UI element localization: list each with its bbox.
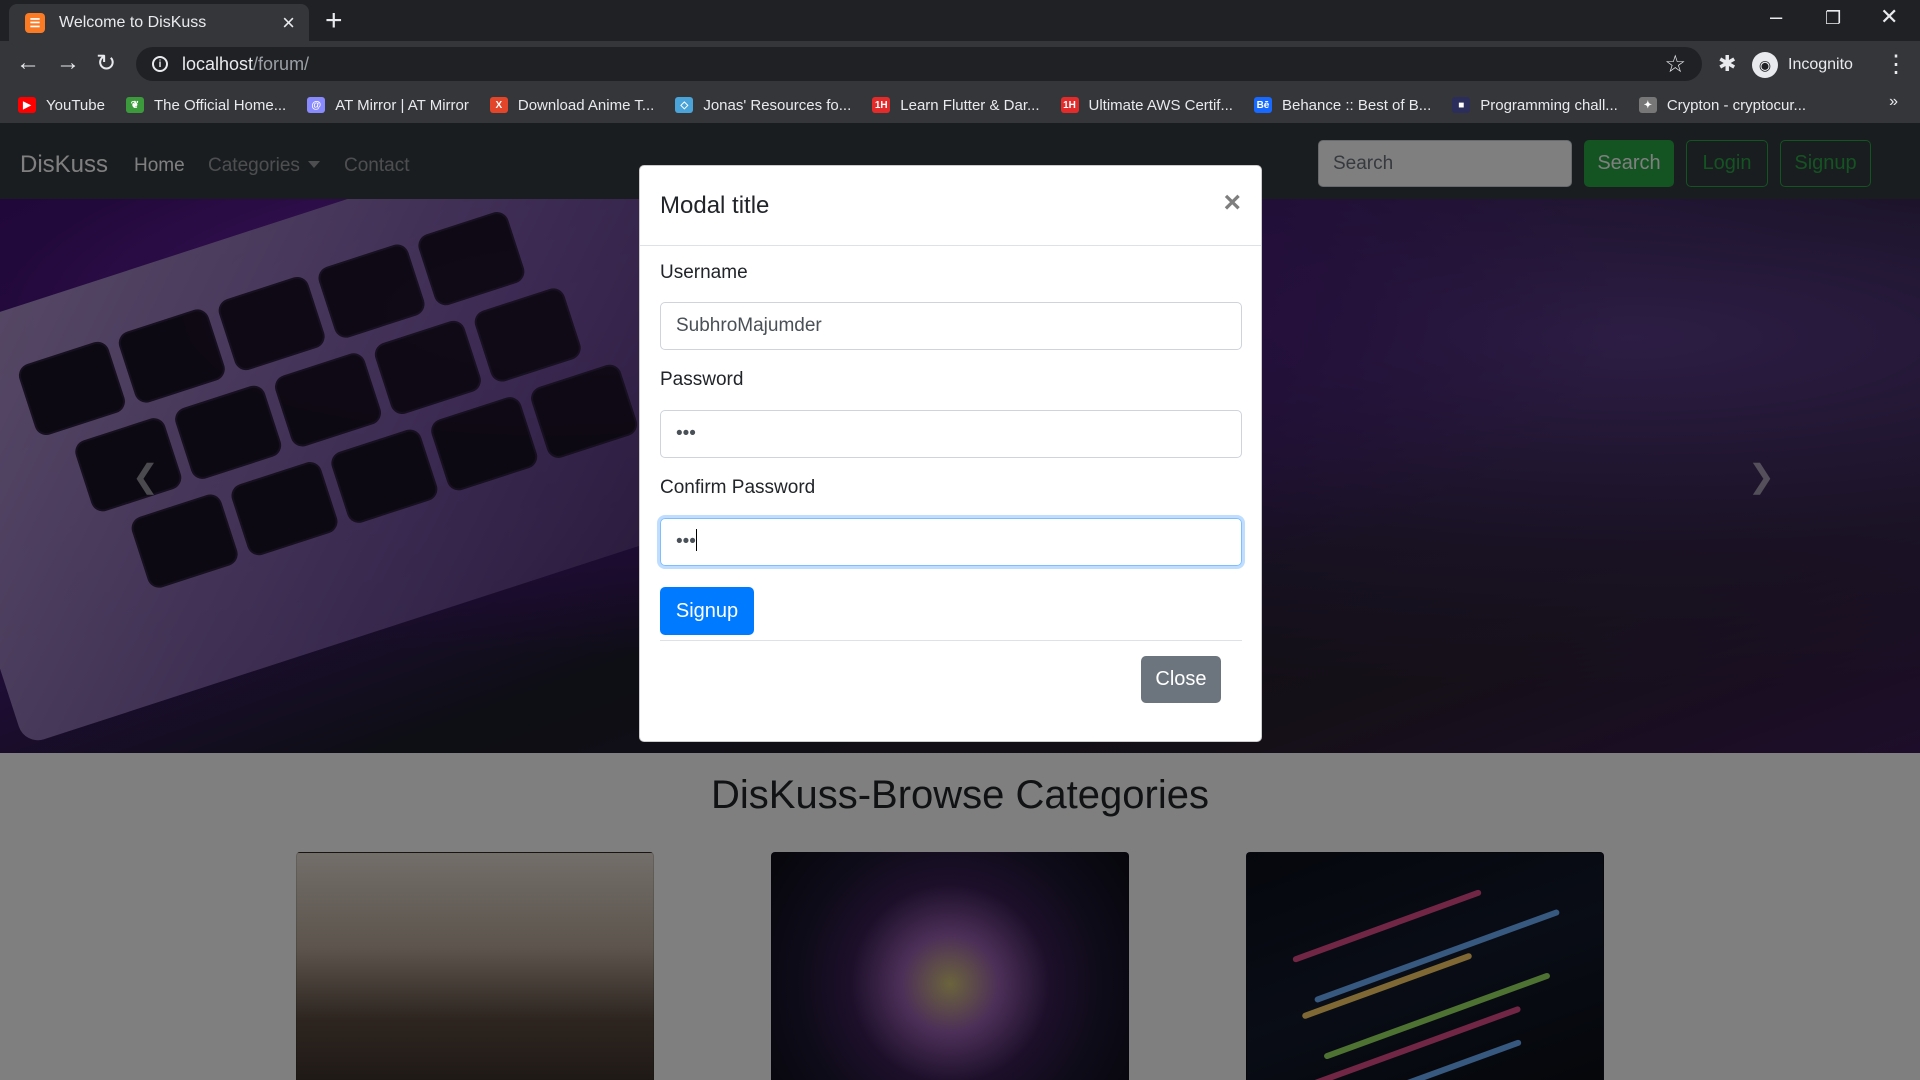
tab-close-icon[interactable]: × bbox=[282, 10, 295, 36]
bookmark-item[interactable]: ✦ Crypton - cryptocur... bbox=[1638, 96, 1807, 114]
url-text: localhost/forum/ bbox=[182, 53, 310, 74]
youtube-icon: ▶ bbox=[18, 97, 36, 113]
username-label: Username bbox=[660, 262, 748, 283]
modal-signup-button[interactable]: Signup bbox=[660, 587, 754, 635]
bookmark-star-icon[interactable]: ☆ bbox=[1664, 50, 1686, 79]
xampp-favicon-icon: ☰ bbox=[25, 12, 45, 33]
url-field[interactable]: i localhost/forum/ ☆ bbox=[136, 47, 1702, 81]
bookmark-label: Behance :: Best of B... bbox=[1281, 96, 1432, 114]
tab-title: Welcome to DisKuss bbox=[59, 13, 207, 31]
x-icon: X bbox=[489, 97, 508, 113]
reload-icon[interactable]: ↻ bbox=[96, 49, 116, 78]
diamond-icon: ◇ bbox=[675, 97, 694, 113]
modal-divider bbox=[660, 640, 1242, 641]
at-mirror-icon: @ bbox=[307, 97, 326, 113]
forward-icon[interactable]: → bbox=[56, 49, 80, 77]
bookmark-label: Ultimate AWS Certif... bbox=[1088, 96, 1233, 114]
bookmark-label: AT Mirror | AT Mirror bbox=[335, 96, 469, 114]
bookmark-label: The Official Home... bbox=[153, 96, 287, 114]
browser-menu-icon[interactable]: ⋮ bbox=[1884, 50, 1908, 79]
signup-modal: Modal title × Username SubhroMajumder Pa… bbox=[639, 165, 1262, 742]
bookmark-item[interactable]: @ AT Mirror | AT Mirror bbox=[307, 97, 469, 114]
window-close-icon[interactable]: ✕ bbox=[1880, 4, 1898, 30]
incognito-indicator[interactable]: ◉ Incognito bbox=[1752, 50, 1853, 80]
page-viewport: DisKuss Home Categories Contact Search S… bbox=[0, 123, 1920, 1080]
bookmark-label: Download Anime T... bbox=[517, 96, 655, 114]
1h-icon: 1H bbox=[872, 97, 891, 113]
minimize-icon[interactable]: – bbox=[1770, 4, 1782, 30]
back-icon[interactable]: ← bbox=[16, 49, 40, 77]
bookmark-item[interactable]: ▶ YouTube bbox=[18, 97, 105, 114]
username-input[interactable]: SubhroMajumder bbox=[660, 302, 1242, 350]
extensions-icon[interactable]: ✱ bbox=[1718, 51, 1736, 77]
password-input[interactable]: ••• bbox=[660, 410, 1242, 458]
bookmark-item[interactable]: ◇ Jonas' Resources fo... bbox=[675, 97, 851, 114]
bookmarks-overflow-icon[interactable]: » bbox=[1889, 93, 1898, 111]
browser-tab[interactable]: ☰ Welcome to DisKuss × bbox=[9, 4, 309, 41]
bookmark-label: YouTube bbox=[46, 96, 105, 114]
new-tab-button[interactable]: + bbox=[325, 6, 343, 36]
bookmark-item[interactable]: ■ Programming chall... bbox=[1452, 97, 1618, 114]
bookmark-label: Crypton - cryptocur... bbox=[1666, 96, 1807, 114]
browser-tab-bar: ☰ Welcome to DisKuss × + – ❐ ✕ bbox=[0, 0, 1920, 41]
text-cursor bbox=[695, 529, 697, 551]
incognito-icon: ◉ bbox=[1752, 52, 1778, 78]
site-info-icon[interactable]: i bbox=[152, 56, 168, 72]
incognito-label: Incognito bbox=[1788, 56, 1853, 73]
modal-close-icon[interactable]: × bbox=[1223, 186, 1241, 220]
confirm-password-input[interactable]: ••• bbox=[660, 518, 1242, 566]
1h-icon: 1H bbox=[1060, 97, 1079, 113]
address-bar-row: ← → ↻ i localhost/forum/ ☆ ✱ bbox=[0, 41, 1920, 87]
modal-title: Modal title bbox=[660, 192, 770, 219]
crypton-icon: ✦ bbox=[1638, 97, 1657, 113]
confirm-password-label: Confirm Password bbox=[660, 477, 816, 498]
bookmark-item[interactable]: 1H Learn Flutter & Dar... bbox=[872, 96, 1040, 114]
modal-close-button[interactable]: Close bbox=[1141, 656, 1221, 703]
bookmark-label: Jonas' Resources fo... bbox=[703, 96, 852, 114]
restore-icon[interactable]: ❐ bbox=[1825, 8, 1841, 29]
leaf-icon: ❦ bbox=[125, 97, 144, 113]
bookmark-item[interactable]: 1H Ultimate AWS Certif... bbox=[1060, 96, 1233, 114]
bookmark-label: Learn Flutter & Dar... bbox=[900, 96, 1040, 114]
bookmarks-bar: ▶ YouTube ❦ The Official Home... @ AT Mirror … bbox=[0, 87, 1920, 123]
bookmark-item[interactable]: Bē Behance :: Best of B... bbox=[1253, 96, 1432, 114]
password-label: Password bbox=[660, 369, 744, 390]
bookmark-item[interactable]: ❦ The Official Home... bbox=[125, 96, 287, 114]
square-icon: ■ bbox=[1452, 97, 1471, 113]
bookmark-label: Programming chall... bbox=[1480, 96, 1618, 114]
behance-icon: Bē bbox=[1253, 97, 1272, 113]
bookmark-item[interactable]: X Download Anime T... bbox=[489, 96, 655, 114]
modal-header: Modal title × bbox=[640, 166, 1261, 246]
